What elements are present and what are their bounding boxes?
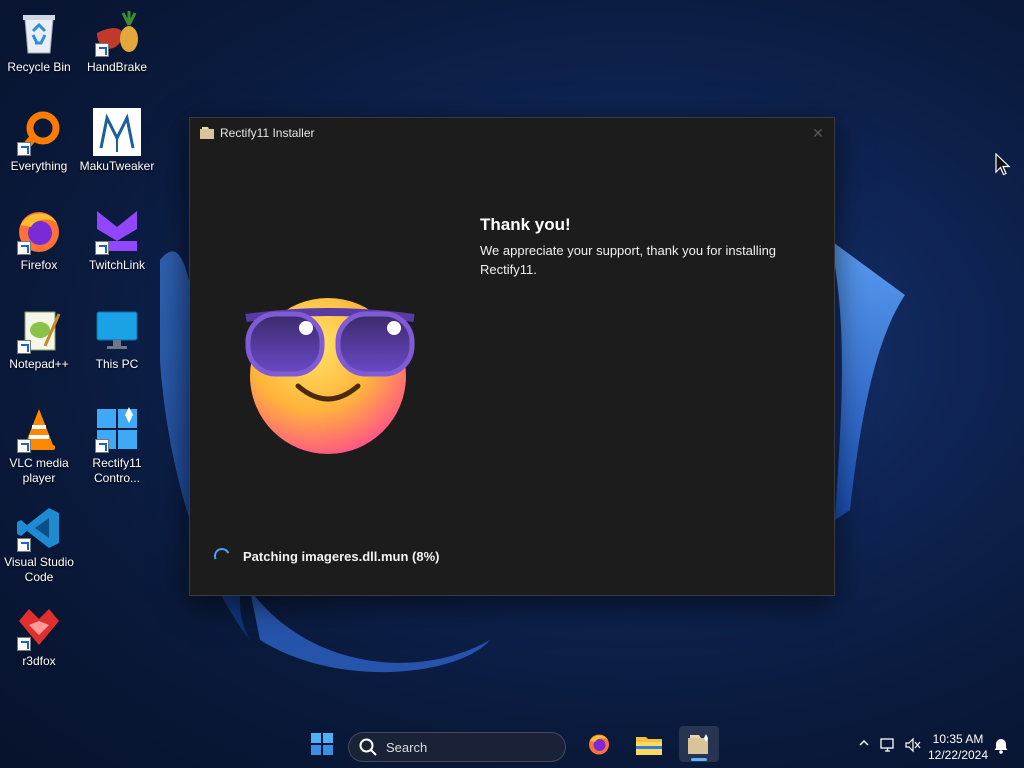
desktop-icon-firefox[interactable]: Firefox bbox=[0, 201, 78, 273]
chevron-up-icon bbox=[859, 739, 869, 746]
taskbar-firefox-button[interactable] bbox=[579, 726, 619, 762]
desktop-icon-vlc[interactable]: VLC media player bbox=[0, 399, 78, 486]
desktop-icon-this-pc[interactable]: This PC bbox=[78, 300, 156, 372]
desktop-icon-label: Visual Studio Code bbox=[4, 555, 74, 584]
shortcut-arrow-icon bbox=[17, 538, 31, 552]
window-titlebar[interactable]: Rectify11 Installer bbox=[190, 118, 834, 148]
speaker-muted-icon bbox=[905, 737, 921, 753]
notifications-button[interactable] bbox=[993, 736, 1009, 757]
everything-search-icon bbox=[15, 108, 63, 156]
desktop-icon-recycle-bin[interactable]: Recycle Bin bbox=[0, 3, 78, 75]
desktop-icon-label: VLC media player bbox=[9, 456, 69, 485]
rectify11-installer-icon bbox=[688, 734, 708, 754]
start-icon bbox=[311, 733, 333, 755]
close-button[interactable]: ✕ bbox=[802, 118, 834, 148]
thank-you-heading: Thank you! bbox=[480, 215, 571, 234]
firefox-icon bbox=[15, 207, 63, 255]
shortcut-arrow-icon bbox=[17, 241, 31, 255]
rectify11-control-icon bbox=[93, 405, 141, 453]
taskbar-search-box[interactable]: Search bbox=[348, 732, 566, 762]
desktop-icon-makutweaker[interactable]: MakuTweaker bbox=[78, 102, 156, 174]
shortcut-arrow-icon bbox=[95, 439, 109, 453]
loading-spinner-icon bbox=[211, 545, 233, 567]
progress-status: Patching imageres.dll.mun (8%) bbox=[211, 545, 440, 567]
network-icon bbox=[880, 738, 894, 752]
show-hidden-icons-button[interactable] bbox=[858, 737, 870, 752]
desktop-icon-r3dfox[interactable]: r3dfox bbox=[0, 597, 78, 669]
shortcut-arrow-icon bbox=[17, 340, 31, 354]
desktop-icon-label: Everything bbox=[10, 159, 68, 173]
rectify11-installer-icon bbox=[200, 127, 214, 139]
clock-date: 12/22/2024 bbox=[927, 748, 989, 762]
search-placeholder: Search bbox=[386, 739, 428, 755]
desktop-icon-label: This PC bbox=[95, 357, 139, 371]
clock-time: 10:35 AM bbox=[932, 732, 984, 746]
taskbar-file-explorer-button[interactable] bbox=[629, 726, 669, 762]
desktop-icon-rectify11-control[interactable]: Rectify11 Contro... bbox=[78, 399, 156, 486]
twitchlink-icon bbox=[93, 207, 141, 255]
this-pc-icon bbox=[93, 306, 141, 354]
desktop-icon-label: TwitchLink bbox=[88, 258, 146, 272]
desktop-icon-label: Rectify11 Contro... bbox=[92, 456, 142, 485]
thank-you-message: We appreciate your support, thank you fo… bbox=[480, 243, 777, 277]
close-icon: ✕ bbox=[812, 124, 824, 141]
volume-button[interactable] bbox=[905, 737, 921, 756]
shortcut-arrow-icon bbox=[95, 241, 109, 255]
desktop-icon-notepad-plus-plus[interactable]: Notepad++ bbox=[0, 300, 78, 372]
desktop-icon-label: HandBrake bbox=[86, 60, 148, 74]
file-explorer-icon bbox=[636, 737, 662, 755]
bell-icon bbox=[994, 739, 1008, 754]
desktop-icon-vscode[interactable]: Visual Studio Code bbox=[0, 498, 78, 585]
shortcut-arrow-icon bbox=[95, 43, 109, 57]
shortcut-arrow-icon bbox=[17, 142, 31, 156]
vlc-icon bbox=[15, 405, 63, 453]
desktop-icon-twitchlink[interactable]: TwitchLink bbox=[78, 201, 156, 273]
progress-status-text: Patching imageres.dll.mun (8%) bbox=[243, 548, 440, 564]
desktop-icon-handbrake[interactable]: HandBrake bbox=[78, 3, 156, 75]
window-title: Rectify11 Installer bbox=[220, 126, 315, 140]
shortcut-arrow-icon bbox=[17, 637, 31, 651]
search-icon bbox=[359, 738, 377, 756]
desktop-icon-label: MakuTweaker bbox=[79, 159, 155, 173]
taskbar-rectify11-installer-button[interactable] bbox=[679, 726, 719, 762]
vscode-icon bbox=[15, 504, 63, 552]
installer-window[interactable]: Rectify11 Installer ✕ Thank you! We appr… bbox=[189, 117, 835, 596]
taskbar-clock[interactable]: 10:35 AM 12/22/2024 bbox=[924, 731, 992, 763]
recycle-bin-icon bbox=[15, 9, 63, 57]
makutweaker-icon bbox=[93, 108, 141, 156]
network-status-button[interactable] bbox=[880, 737, 896, 756]
mouse-cursor-icon bbox=[995, 153, 1011, 176]
notepad-plus-plus-icon bbox=[15, 306, 63, 354]
firefox-icon bbox=[589, 734, 609, 755]
desktop-icon-label: Firefox bbox=[20, 258, 58, 272]
shortcut-arrow-icon bbox=[17, 439, 31, 453]
desktop-icon-label: r3dfox bbox=[22, 654, 56, 668]
r3dfox-icon bbox=[15, 603, 63, 651]
desktop-icon-label: Notepad++ bbox=[9, 357, 69, 371]
desktop-icon-everything[interactable]: Everything bbox=[0, 102, 78, 174]
handbrake-icon bbox=[93, 9, 141, 57]
start-button[interactable] bbox=[302, 726, 342, 762]
desktop-icon-label: Recycle Bin bbox=[7, 60, 71, 74]
smiling-face-with-sunglasses-icon bbox=[245, 298, 415, 454]
